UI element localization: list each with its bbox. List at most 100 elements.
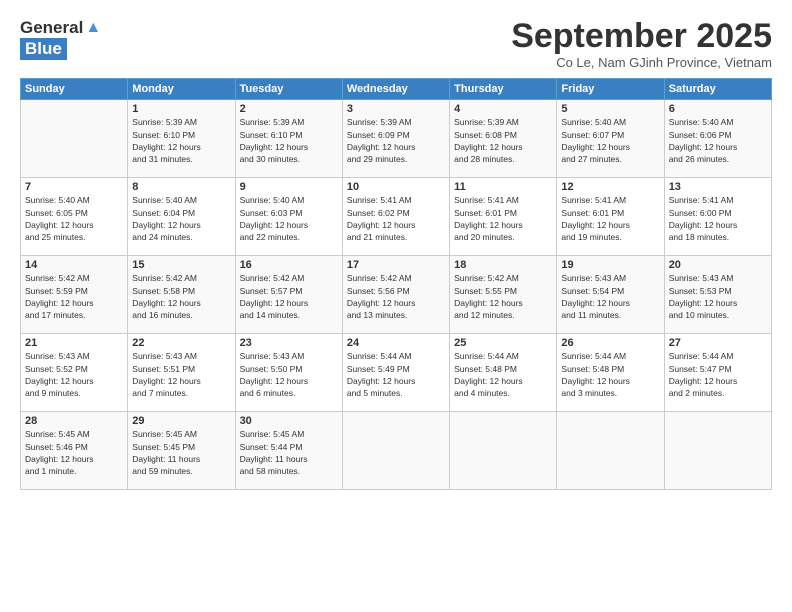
- day-number: 22: [132, 337, 230, 349]
- day-number: 18: [454, 259, 552, 271]
- day-cell: 29Sunrise: 5:45 AM Sunset: 5:45 PM Dayli…: [128, 412, 235, 490]
- day-info: Sunrise: 5:40 AM Sunset: 6:04 PM Dayligh…: [132, 194, 230, 243]
- day-number: 4: [454, 103, 552, 115]
- day-number: 5: [561, 103, 659, 115]
- day-cell: [557, 412, 664, 490]
- day-number: 27: [669, 337, 767, 349]
- day-info: Sunrise: 5:44 AM Sunset: 5:49 PM Dayligh…: [347, 350, 445, 399]
- day-cell: 20Sunrise: 5:43 AM Sunset: 5:53 PM Dayli…: [664, 256, 771, 334]
- day-cell: 25Sunrise: 5:44 AM Sunset: 5:48 PM Dayli…: [450, 334, 557, 412]
- day-number: 1: [132, 103, 230, 115]
- day-number: 14: [25, 259, 123, 271]
- day-info: Sunrise: 5:43 AM Sunset: 5:54 PM Dayligh…: [561, 272, 659, 321]
- day-cell: 10Sunrise: 5:41 AM Sunset: 6:02 PM Dayli…: [342, 178, 449, 256]
- week-row-1: 1 Sunrise: 5:39 AM Sunset: 6:10 PM Daylig…: [21, 100, 772, 178]
- day-cell: 8Sunrise: 5:40 AM Sunset: 6:04 PM Daylig…: [128, 178, 235, 256]
- day-info: Sunrise: 5:43 AM Sunset: 5:51 PM Dayligh…: [132, 350, 230, 399]
- day-cell: [450, 412, 557, 490]
- page: General ▲ Blue September 2025 Co Le, Nam…: [0, 0, 792, 612]
- day-cell: [21, 100, 128, 178]
- day-number: 3: [347, 103, 445, 115]
- day-cell: 23Sunrise: 5:43 AM Sunset: 5:50 PM Dayli…: [235, 334, 342, 412]
- col-friday: Friday: [557, 79, 664, 100]
- col-monday: Monday: [128, 79, 235, 100]
- day-number: 24: [347, 337, 445, 349]
- day-number: 8: [132, 181, 230, 193]
- day-number: 30: [240, 415, 338, 427]
- day-number: 28: [25, 415, 123, 427]
- day-info: Sunrise: 5:39 AM Sunset: 6:09 PM Dayligh…: [347, 116, 445, 165]
- col-sunday: Sunday: [21, 79, 128, 100]
- day-cell: 22Sunrise: 5:43 AM Sunset: 5:51 PM Dayli…: [128, 334, 235, 412]
- day-info: Sunrise: 5:39 AM Sunset: 6:08 PM Dayligh…: [454, 116, 552, 165]
- day-info: Sunrise: 5:42 AM Sunset: 5:58 PM Dayligh…: [132, 272, 230, 321]
- day-number: 23: [240, 337, 338, 349]
- day-cell: 15Sunrise: 5:42 AM Sunset: 5:58 PM Dayli…: [128, 256, 235, 334]
- day-number: 2: [240, 103, 338, 115]
- week-row-3: 14Sunrise: 5:42 AM Sunset: 5:59 PM Dayli…: [21, 256, 772, 334]
- day-number: 17: [347, 259, 445, 271]
- day-info: Sunrise: 5:42 AM Sunset: 5:59 PM Dayligh…: [25, 272, 123, 321]
- day-info: Sunrise: 5:44 AM Sunset: 5:47 PM Dayligh…: [669, 350, 767, 399]
- title-block: September 2025 Co Le, Nam GJinh Province…: [511, 18, 772, 70]
- day-cell: 6Sunrise: 5:40 AM Sunset: 6:06 PM Daylig…: [664, 100, 771, 178]
- day-number: 21: [25, 337, 123, 349]
- day-info: Sunrise: 5:44 AM Sunset: 5:48 PM Dayligh…: [454, 350, 552, 399]
- day-info: Sunrise: 5:44 AM Sunset: 5:48 PM Dayligh…: [561, 350, 659, 399]
- day-number: 26: [561, 337, 659, 349]
- day-info: Sunrise: 5:41 AM Sunset: 6:00 PM Dayligh…: [669, 194, 767, 243]
- day-info: Sunrise: 5:40 AM Sunset: 6:06 PM Dayligh…: [669, 116, 767, 165]
- week-row-2: 7Sunrise: 5:40 AM Sunset: 6:05 PM Daylig…: [21, 178, 772, 256]
- month-title: September 2025: [511, 18, 772, 55]
- day-cell: 11Sunrise: 5:41 AM Sunset: 6:01 PM Dayli…: [450, 178, 557, 256]
- day-cell: 13Sunrise: 5:41 AM Sunset: 6:00 PM Dayli…: [664, 178, 771, 256]
- day-info: Sunrise: 5:43 AM Sunset: 5:52 PM Dayligh…: [25, 350, 123, 399]
- header: General ▲ Blue September 2025 Co Le, Nam…: [20, 18, 772, 70]
- day-number: 15: [132, 259, 230, 271]
- col-thursday: Thursday: [450, 79, 557, 100]
- day-info: Sunrise: 5:39 AM Sunset: 6:10 PM Dayligh…: [240, 116, 338, 165]
- day-info: Sunrise: 5:40 AM Sunset: 6:05 PM Dayligh…: [25, 194, 123, 243]
- logo-general-text: General: [20, 18, 83, 38]
- day-info: Sunrise: 5:45 AM Sunset: 5:44 PM Dayligh…: [240, 428, 338, 477]
- logo-blue-box: Blue: [20, 38, 67, 60]
- day-info: Sunrise: 5:45 AM Sunset: 5:45 PM Dayligh…: [132, 428, 230, 477]
- day-cell: 16Sunrise: 5:42 AM Sunset: 5:57 PM Dayli…: [235, 256, 342, 334]
- day-cell: 14Sunrise: 5:42 AM Sunset: 5:59 PM Dayli…: [21, 256, 128, 334]
- day-cell: 18Sunrise: 5:42 AM Sunset: 5:55 PM Dayli…: [450, 256, 557, 334]
- day-cell: [664, 412, 771, 490]
- day-cell: 19Sunrise: 5:43 AM Sunset: 5:54 PM Dayli…: [557, 256, 664, 334]
- day-cell: 17Sunrise: 5:42 AM Sunset: 5:56 PM Dayli…: [342, 256, 449, 334]
- day-info: Sunrise: 5:42 AM Sunset: 5:57 PM Dayligh…: [240, 272, 338, 321]
- day-number: 20: [669, 259, 767, 271]
- day-cell: 21Sunrise: 5:43 AM Sunset: 5:52 PM Dayli…: [21, 334, 128, 412]
- day-number: 19: [561, 259, 659, 271]
- day-cell: 4Sunrise: 5:39 AM Sunset: 6:08 PM Daylig…: [450, 100, 557, 178]
- col-wednesday: Wednesday: [342, 79, 449, 100]
- day-cell: [342, 412, 449, 490]
- day-cell: 1Sunrise: 5:39 AM Sunset: 6:10 PM Daylig…: [128, 100, 235, 178]
- col-saturday: Saturday: [664, 79, 771, 100]
- day-cell: 5Sunrise: 5:40 AM Sunset: 6:07 PM Daylig…: [557, 100, 664, 178]
- calendar-table: Sunday Monday Tuesday Wednesday Thursday…: [20, 78, 772, 490]
- day-number: 13: [669, 181, 767, 193]
- day-cell: 26Sunrise: 5:44 AM Sunset: 5:48 PM Dayli…: [557, 334, 664, 412]
- day-number: 7: [25, 181, 123, 193]
- day-cell: 2Sunrise: 5:39 AM Sunset: 6:10 PM Daylig…: [235, 100, 342, 178]
- day-info: Sunrise: 5:41 AM Sunset: 6:01 PM Dayligh…: [561, 194, 659, 243]
- day-cell: 30Sunrise: 5:45 AM Sunset: 5:44 PM Dayli…: [235, 412, 342, 490]
- logo: General ▲ Blue: [20, 18, 101, 60]
- day-number: 12: [561, 181, 659, 193]
- subtitle: Co Le, Nam GJinh Province, Vietnam: [511, 55, 772, 70]
- col-tuesday: Tuesday: [235, 79, 342, 100]
- day-info: Sunrise: 5:42 AM Sunset: 5:55 PM Dayligh…: [454, 272, 552, 321]
- day-number: 6: [669, 103, 767, 115]
- day-number: 10: [347, 181, 445, 193]
- day-info: Sunrise: 5:40 AM Sunset: 6:07 PM Dayligh…: [561, 116, 659, 165]
- logo-bird-icon: ▲: [85, 19, 101, 37]
- day-number: 29: [132, 415, 230, 427]
- header-row: Sunday Monday Tuesday Wednesday Thursday…: [21, 79, 772, 100]
- day-number: 25: [454, 337, 552, 349]
- day-info: Sunrise: 5:41 AM Sunset: 6:01 PM Dayligh…: [454, 194, 552, 243]
- week-row-5: 28Sunrise: 5:45 AM Sunset: 5:46 PM Dayli…: [21, 412, 772, 490]
